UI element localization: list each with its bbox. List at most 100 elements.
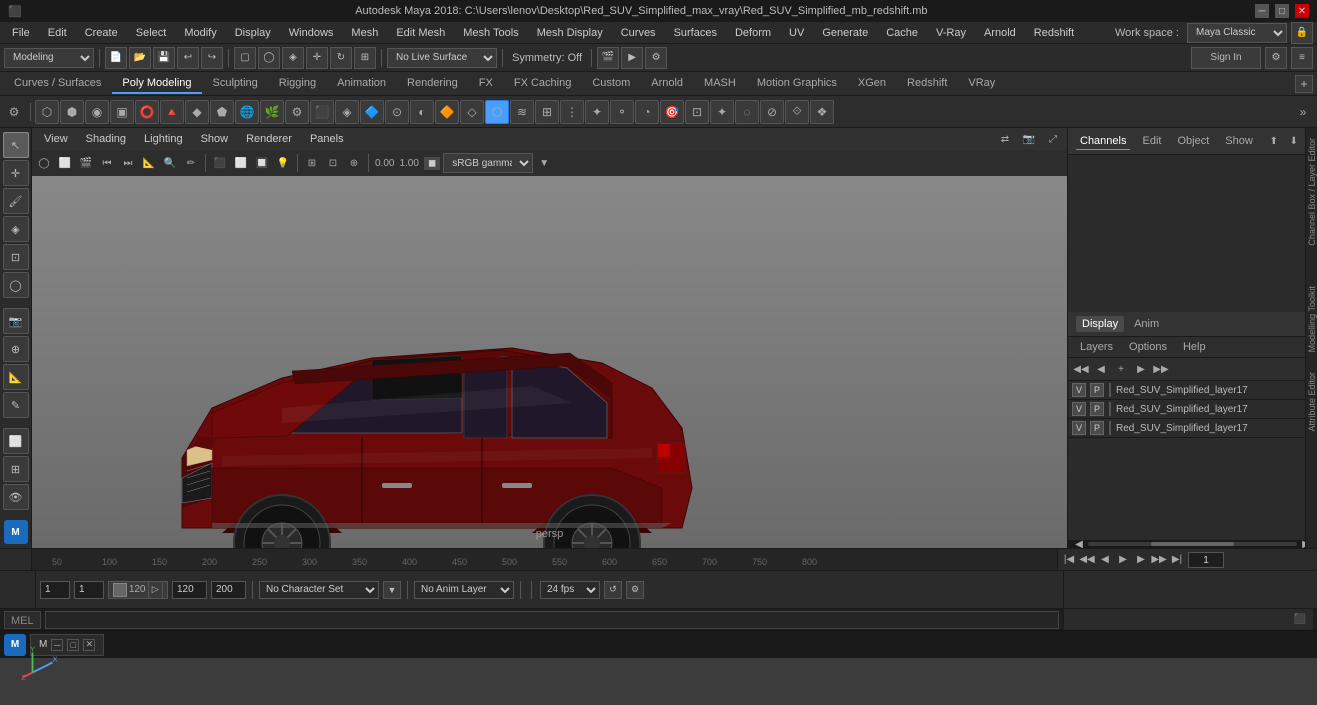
- shelf-icon-30[interactable]: ⊘: [760, 100, 784, 124]
- render-settings[interactable]: ⚙: [645, 47, 667, 69]
- layer-nav-prev[interactable]: ◀: [1092, 360, 1110, 378]
- vp-tb-5[interactable]: ⏭: [118, 153, 138, 173]
- transform-btn[interactable]: ✛: [3, 160, 29, 186]
- shelf-icon-3[interactable]: ◉: [85, 100, 109, 124]
- vp-menu-view[interactable]: View: [36, 131, 76, 147]
- anim-layer-select[interactable]: No Anim Layer: [414, 581, 514, 599]
- layer-p-1[interactable]: P: [1090, 383, 1104, 397]
- vp-tb-3[interactable]: 🎬: [76, 153, 96, 173]
- tab-rigging[interactable]: Rigging: [269, 74, 326, 94]
- playback-icon-1[interactable]: ↺: [604, 581, 622, 599]
- shelf-icon-21[interactable]: ⊞: [535, 100, 559, 124]
- menu-redshift[interactable]: Redshift: [1026, 25, 1082, 41]
- vp-tb-light[interactable]: 💡: [273, 153, 293, 173]
- rp-tab-show[interactable]: Show: [1221, 133, 1257, 149]
- minimize-button[interactable]: ─: [1255, 4, 1269, 18]
- sign-in-btn[interactable]: Sign In: [1191, 47, 1261, 69]
- layers-scrollbar[interactable]: ◀ ▶: [1068, 540, 1317, 548]
- menu-mesh-display[interactable]: Mesh Display: [529, 25, 611, 41]
- workspace-lock[interactable]: 🔒: [1291, 22, 1313, 44]
- vp-menu-show[interactable]: Show: [193, 131, 237, 147]
- vp-tb-4[interactable]: ⏮: [97, 153, 117, 173]
- vp-icon-cam[interactable]: 📷: [1019, 129, 1039, 149]
- snap-btn[interactable]: ⊕: [3, 336, 29, 362]
- tab-motion-graphics[interactable]: Motion Graphics: [747, 74, 847, 94]
- tab-poly-modeling[interactable]: Poly Modeling: [112, 74, 201, 94]
- menu-file[interactable]: File: [4, 25, 38, 41]
- rp-tab-channels[interactable]: Channels: [1076, 133, 1130, 150]
- ipr-btn[interactable]: ▶: [621, 47, 643, 69]
- shelf-icon-25[interactable]: ◔: [635, 100, 659, 124]
- rotate-tool[interactable]: ↻: [330, 47, 352, 69]
- shelf-icon-10[interactable]: 🌿: [260, 100, 284, 124]
- snap-select[interactable]: No Live Surface: [387, 48, 497, 68]
- quick-select[interactable]: ⚙: [1265, 47, 1287, 69]
- vp-menu-renderer[interactable]: Renderer: [238, 131, 300, 147]
- tab-custom[interactable]: Custom: [582, 74, 640, 94]
- vp-tb-8[interactable]: ✏: [181, 153, 201, 173]
- tab-redshift[interactable]: Redshift: [897, 74, 957, 94]
- playback-icon-2[interactable]: ⚙: [626, 581, 644, 599]
- shelf-icon-18[interactable]: ◇: [460, 100, 484, 124]
- measure-btn[interactable]: 📐: [3, 364, 29, 390]
- shelf-icon-22[interactable]: ⋮: [560, 100, 584, 124]
- lo-layers[interactable]: Layers: [1076, 339, 1117, 355]
- loop-btn[interactable]: ◯: [3, 272, 29, 298]
- menu-mesh-tools[interactable]: Mesh Tools: [455, 25, 526, 41]
- workspace-select[interactable]: Maya Classic: [1187, 23, 1287, 43]
- menu-uv[interactable]: UV: [781, 25, 812, 41]
- shelf-icon-31[interactable]: ⟐: [785, 100, 809, 124]
- move-tool[interactable]: ✛: [306, 47, 328, 69]
- tab-rendering[interactable]: Rendering: [397, 74, 468, 94]
- shelf-icon-23[interactable]: ✦: [585, 100, 609, 124]
- taskbar-min[interactable]: □: [67, 639, 79, 651]
- rp-tab-edit[interactable]: Edit: [1138, 133, 1165, 149]
- vp-tb-solid[interactable]: ⬜: [231, 153, 251, 173]
- menu-deform[interactable]: Deform: [727, 25, 779, 41]
- shelf-icon-5[interactable]: ⭕: [135, 100, 159, 124]
- menu-windows[interactable]: Windows: [281, 25, 342, 41]
- shelf-icon-11[interactable]: ⚙: [285, 100, 309, 124]
- shelf-icon-24[interactable]: ⚬: [610, 100, 634, 124]
- nav-play[interactable]: ▶: [1116, 553, 1130, 567]
- save-scene[interactable]: 💾: [153, 47, 175, 69]
- end-frame[interactable]: 120: [172, 581, 207, 599]
- vp-tb-wireframe[interactable]: ⬛: [210, 153, 230, 173]
- da-tab-display[interactable]: Display: [1076, 316, 1124, 332]
- layer-row-2[interactable]: V P Red_SUV_Simplified_layer17 ▼: [1068, 400, 1317, 419]
- menu-surfaces[interactable]: Surfaces: [666, 25, 725, 41]
- layer-row-1[interactable]: V P Red_SUV_Simplified_layer17 ▼: [1068, 381, 1317, 400]
- tab-fx-caching[interactable]: FX Caching: [504, 74, 581, 94]
- close-button[interactable]: ✕: [1295, 4, 1309, 18]
- grid-btn[interactable]: ⊞: [3, 456, 29, 482]
- shelf-icon-19[interactable]: ⬡: [485, 100, 509, 124]
- menu-edit[interactable]: Edit: [40, 25, 75, 41]
- add-tab-btn[interactable]: +: [1295, 75, 1313, 93]
- tab-sculpting[interactable]: Sculpting: [203, 74, 268, 94]
- layer-nav-next[interactable]: ▶: [1132, 360, 1150, 378]
- taskbar-max[interactable]: ✕: [83, 639, 95, 651]
- rp-tab-object[interactable]: Object: [1173, 133, 1213, 149]
- vp-tb-cam-grid[interactable]: ⊡: [323, 153, 343, 173]
- vp-tb-colorspace-menu[interactable]: ▼: [534, 153, 554, 173]
- vp-tb-2[interactable]: ⬜: [55, 153, 75, 173]
- playback-start[interactable]: 1: [74, 581, 104, 599]
- layer-nav-left[interactable]: ◀◀: [1072, 360, 1090, 378]
- tab-curves-surfaces[interactable]: Curves / Surfaces: [4, 74, 111, 94]
- annotation-btn[interactable]: ✎: [3, 392, 29, 418]
- char-set-btn[interactable]: ▼: [383, 581, 401, 599]
- display-options[interactable]: ≡: [1291, 47, 1313, 69]
- paint-select[interactable]: ◈: [282, 47, 304, 69]
- render-region-btn[interactable]: ⬜: [3, 428, 29, 454]
- rp-btn-1[interactable]: ⬆: [1265, 132, 1283, 150]
- maximize-button[interactable]: □: [1275, 4, 1289, 18]
- playback-slider[interactable]: 120 ▷: [108, 581, 168, 599]
- lasso-select[interactable]: ◯: [258, 47, 280, 69]
- menu-create[interactable]: Create: [77, 25, 126, 41]
- rp-btn-2[interactable]: ⬇: [1285, 132, 1303, 150]
- layer-v-2[interactable]: V: [1072, 402, 1086, 416]
- layer-add[interactable]: +: [1112, 360, 1130, 378]
- layer-p-2[interactable]: P: [1090, 402, 1104, 416]
- camera-btn[interactable]: 📷: [3, 308, 29, 334]
- mode-select[interactable]: Modeling: [4, 48, 94, 68]
